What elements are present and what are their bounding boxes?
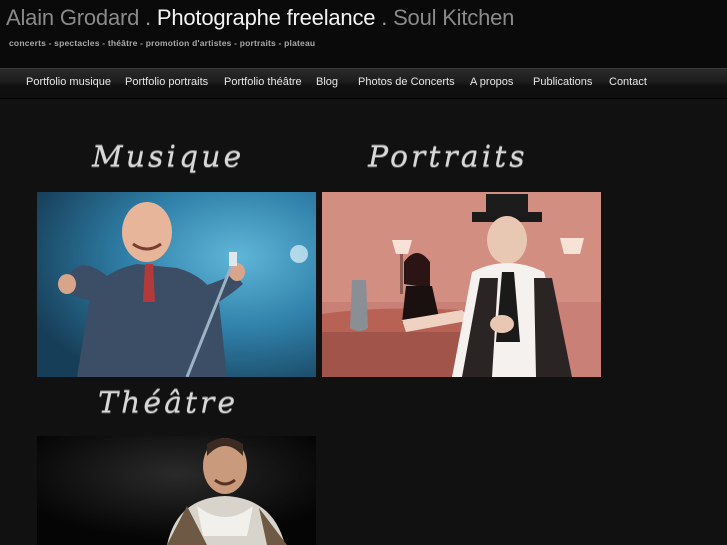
title-separator: . [139, 5, 157, 30]
nav-portfolio-theatre[interactable]: Portfolio théâtre [224, 69, 302, 98]
nav-blog[interactable]: Blog [316, 69, 338, 98]
nav-contact[interactable]: Contact [609, 69, 647, 98]
nav-portfolio-musique[interactable]: Portfolio musique [26, 69, 111, 98]
site-title[interactable]: Alain Grodard . Photographe freelance . … [6, 5, 514, 31]
main-nav: Portfolio musique Portfolio portraits Po… [0, 68, 727, 99]
section-title-theatre[interactable]: Théâtre [98, 387, 238, 420]
site-tagline: concerts - spectacles - théâtre - promot… [9, 38, 316, 48]
nav-publications[interactable]: Publications [533, 69, 592, 98]
title-separator: . [375, 5, 394, 30]
site-header: Alain Grodard . Photographe freelance . … [0, 0, 727, 68]
title-profession: Photographe freelance [156, 5, 376, 30]
musique-photo[interactable] [37, 192, 316, 377]
nav-a-propos[interactable]: A propos [470, 69, 513, 98]
portraits-photo[interactable] [322, 192, 601, 377]
nav-portfolio-portraits[interactable]: Portfolio portraits [125, 69, 208, 98]
section-title-musique[interactable]: Musique [92, 141, 244, 174]
photographer-name[interactable]: Alain Grodard [6, 5, 139, 30]
title-studio: Soul Kitchen [393, 5, 515, 30]
theatre-photo[interactable] [37, 436, 316, 545]
nav-photos-de-concerts[interactable]: Photos de Concerts [358, 69, 455, 98]
section-title-portraits[interactable]: Portraits [368, 141, 528, 174]
